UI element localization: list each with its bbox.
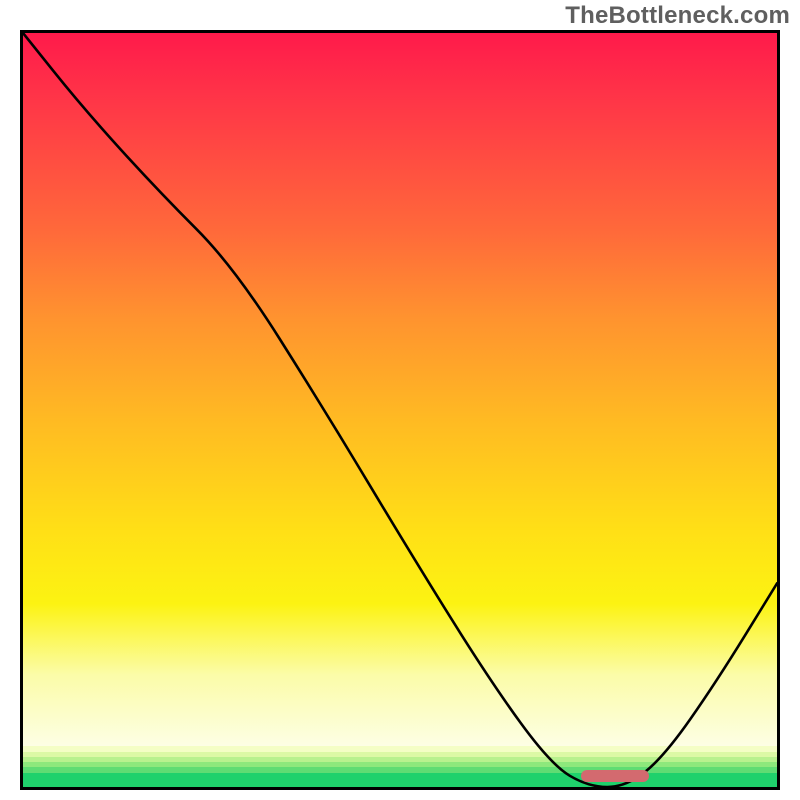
optimal-marker bbox=[581, 770, 649, 782]
watermark-text: TheBottleneck.com bbox=[565, 2, 790, 30]
plot-area bbox=[20, 30, 780, 790]
chart-container: TheBottleneck.com bbox=[0, 0, 800, 800]
bottleneck-curve bbox=[23, 33, 777, 787]
